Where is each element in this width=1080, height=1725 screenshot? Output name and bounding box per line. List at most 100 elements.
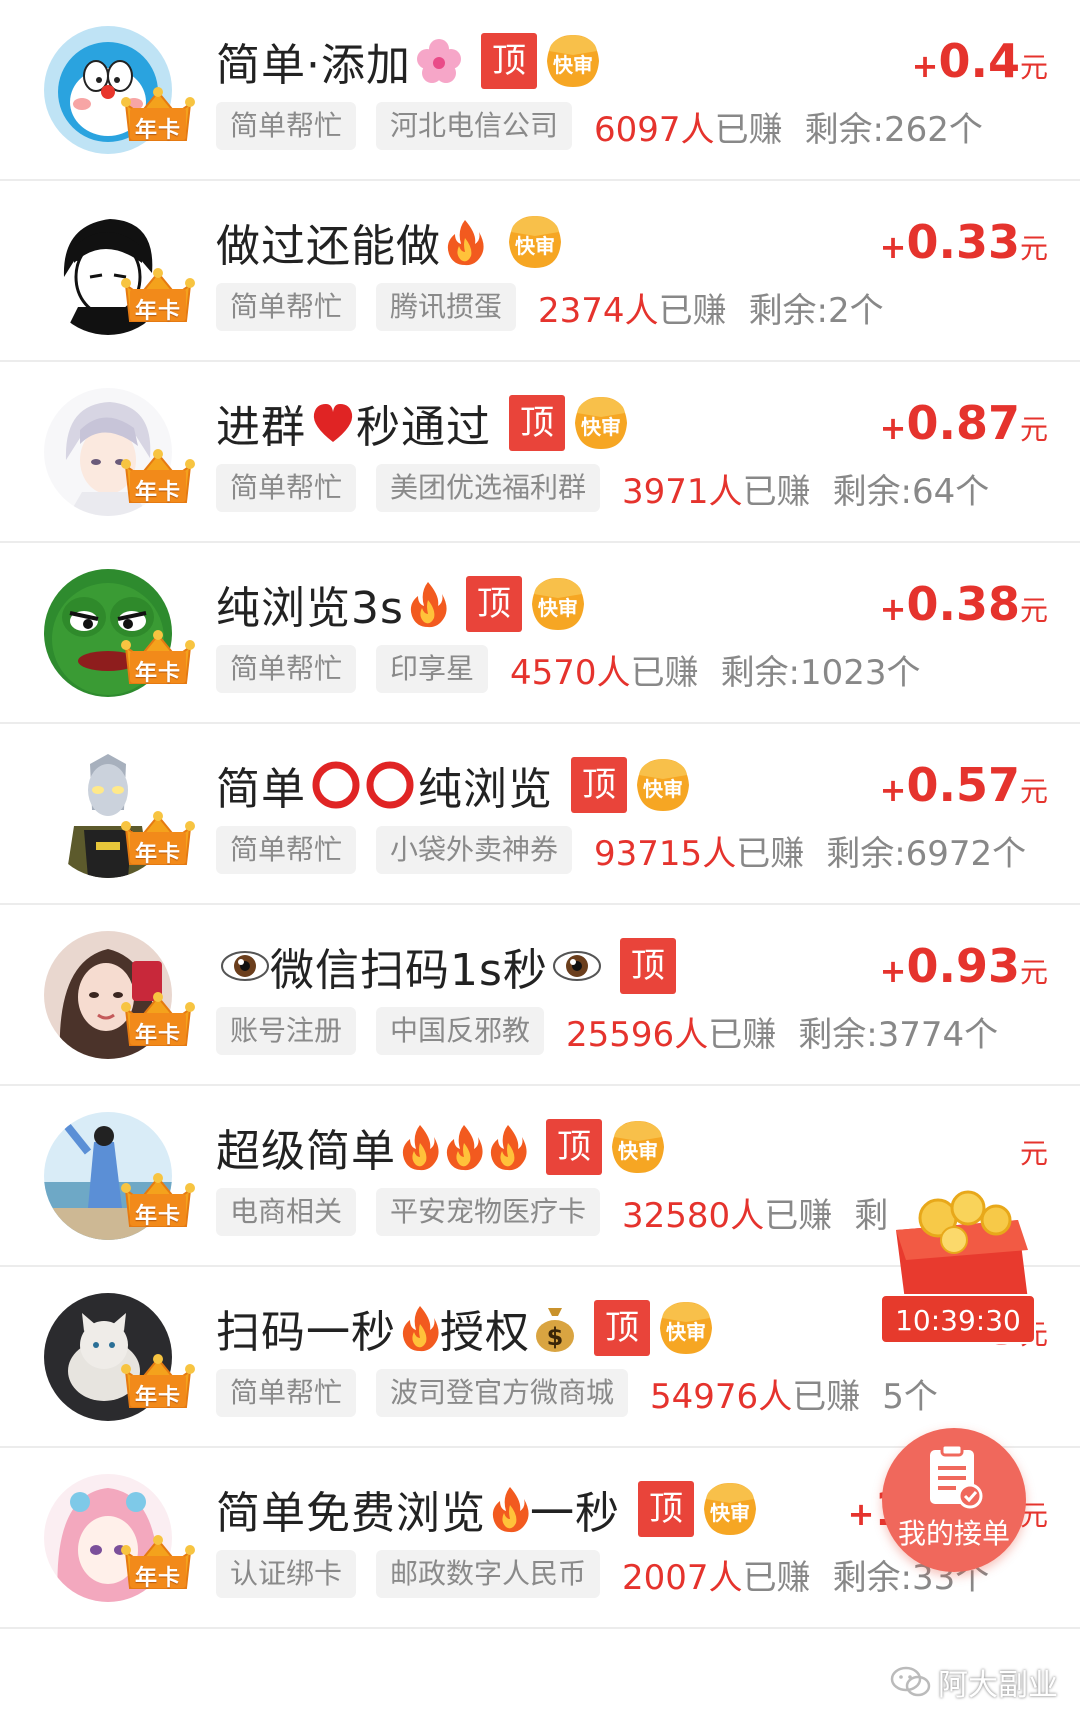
fast-review-badge: 快审 xyxy=(702,1481,758,1537)
earned-text: 已赚 xyxy=(736,833,805,874)
category-tag: 电商相关 xyxy=(216,1188,357,1236)
my-orders-button[interactable]: 我的接单 xyxy=(882,1428,1026,1572)
my-orders-label: 我的接单 xyxy=(897,1517,1010,1550)
task-row[interactable]: 年卡 简单 纯浏览顶快审 +0.57元 简单帮忙 小袋外卖神券 93715人已赚 … xyxy=(0,724,1080,905)
task-title: 简单·添加 xyxy=(216,40,411,91)
reward-plus: + xyxy=(911,47,939,85)
category-tag: 简单帮忙 xyxy=(216,1369,357,1417)
fast-review-label: 快审 xyxy=(581,415,621,439)
fire-icon xyxy=(400,1123,440,1171)
earned-text: 已赚 xyxy=(658,290,727,331)
earned-count: 2007人已赚 xyxy=(622,1550,811,1599)
fast-review-label: 快审 xyxy=(553,53,593,77)
fast-review-label: 快审 xyxy=(643,777,683,801)
task-row[interactable]: 年卡 纯浏览3s 顶快审 +0.38元 简单帮忙 印享星 4570人已赚 剩余:1… xyxy=(0,543,1080,724)
category-tag: 简单帮忙 xyxy=(216,645,357,693)
reward: +0.4元 xyxy=(912,34,1048,88)
fast-review-label: 快审 xyxy=(537,596,578,620)
top-badge: 顶 xyxy=(465,576,522,632)
earned-number: 3971人 xyxy=(622,471,743,512)
crown-label: 年卡 xyxy=(134,842,181,867)
reward-unit: 元 xyxy=(1019,51,1048,84)
title-line: 微信扫码1s秒 顶 xyxy=(216,935,676,997)
earned-text: 已赚 xyxy=(708,1014,777,1055)
category-tag: 简单帮忙 xyxy=(216,102,357,150)
task-row[interactable]: 年卡 进群 秒通过顶快审 +0.87元 简单帮忙 美团优选福利群 3971人已赚 … xyxy=(0,362,1080,543)
svg-text:$: $ xyxy=(547,1323,564,1351)
fast-review-label: 快审 xyxy=(515,234,555,258)
task-title-suffix: 一秒 xyxy=(530,1488,620,1539)
earned-count: 54976人已赚 xyxy=(650,1369,860,1418)
fire-icon xyxy=(400,1304,440,1352)
task-meta: 简单帮忙 小袋外卖神券 93715人已赚 剩余:6972个 xyxy=(216,824,1026,876)
top-badge: 顶 xyxy=(594,1300,650,1356)
merchant-tag: 腾讯掼蛋 xyxy=(376,283,517,331)
reward-plus: + xyxy=(879,409,907,447)
crown-label: 年卡 xyxy=(134,661,181,686)
fast-review-badge: 快审 xyxy=(610,1119,666,1175)
reward-amount: 0.4 xyxy=(938,34,1020,88)
earned-count: 25596人已赚 xyxy=(566,1007,776,1056)
merchant-tag: 邮政数字人民币 xyxy=(376,1550,601,1598)
task-meta: 简单帮忙 河北电信公司 6097人已赚 剩余:262个 xyxy=(216,100,983,152)
fast-review-badge: 快审 xyxy=(530,576,586,632)
top-badge: 顶 xyxy=(481,33,537,89)
task-meta: 简单帮忙 腾讯掼蛋 2374人已赚 剩余:2个 xyxy=(216,281,884,333)
fire-icon xyxy=(408,580,448,628)
crown-badge: 年卡 xyxy=(120,448,196,506)
task-title: 做过还能做 xyxy=(216,221,441,272)
task-meta: 简单帮忙 美团优选福利群 3971人已赚 剩余:64个 xyxy=(216,462,989,514)
earned-number: 4570人 xyxy=(510,652,631,693)
category-tag: 简单帮忙 xyxy=(216,464,357,512)
reward-plus: + xyxy=(879,771,907,809)
fast-review-badge: 快审 xyxy=(635,757,691,813)
task-title: 超级简单 xyxy=(216,1126,396,1177)
top-badge: 顶 xyxy=(546,1119,602,1175)
reward-plus: + xyxy=(879,590,907,628)
earned-text: 已赚 xyxy=(630,652,699,693)
red-circles-icon xyxy=(310,761,418,809)
earned-count: 32580人已赚 xyxy=(622,1188,832,1237)
task-meta: 账号注册 中国反邪教 25596人已赚 剩余:3774个 xyxy=(216,1005,998,1057)
task-list: 年卡 简单·添加顶快审 +0.4元 简单帮忙 河北电信公司 6097人已赚 剩余… xyxy=(0,0,1080,1629)
category-tag: 简单帮忙 xyxy=(216,283,357,331)
title-line: 纯浏览3s 顶快审 xyxy=(216,573,586,635)
task-title: 简单免费浏览 xyxy=(216,1488,486,1539)
task-title: 进群 xyxy=(216,402,306,453)
task-meta: 简单帮忙 波司登官方微商城 54976人已赚 5个 xyxy=(216,1367,938,1419)
task-title: 简单 xyxy=(216,764,306,815)
earned-text: 已赚 xyxy=(714,109,783,150)
crown-badge: 年卡 xyxy=(120,629,196,687)
task-row[interactable]: 年卡 做过还能做 快审 +0.33元 简单帮忙 腾讯掼蛋 2374人已赚 剩余:2… xyxy=(0,181,1080,362)
task-row[interactable]: 年卡 微信扫码1s秒 顶 +0.93元 账号注册 中国反邪教 25596人已赚 剩… xyxy=(0,905,1080,1086)
category-tag: 账号注册 xyxy=(216,1007,357,1055)
reward-unit: 元 xyxy=(1019,956,1048,989)
earned-number: 93715人 xyxy=(594,833,737,874)
fire-icon xyxy=(490,1485,530,1533)
merchant-tag: 小袋外卖神券 xyxy=(376,826,573,874)
clipboard-icon xyxy=(930,1443,983,1509)
crown-label: 年卡 xyxy=(134,118,181,143)
remaining-count: 剩余:3774个 xyxy=(798,1014,999,1055)
fire-icon xyxy=(444,1123,484,1171)
reward-amount: 0.93 xyxy=(906,939,1020,993)
merchant-tag: 波司登官方微商城 xyxy=(376,1369,629,1417)
task-title-suffix: 纯浏览 xyxy=(418,764,553,815)
reward-unit: 元 xyxy=(1019,413,1048,446)
earned-number: 6097人 xyxy=(594,109,715,150)
earned-text: 已赚 xyxy=(742,1557,811,1598)
reward-unit: 元 xyxy=(1019,594,1048,627)
crown-badge: 年卡 xyxy=(120,1534,196,1592)
reward: +0.38元 xyxy=(880,577,1048,631)
task-title-suffix: 授权 xyxy=(440,1307,530,1358)
reward-amount: 0.33 xyxy=(906,215,1020,269)
crown-badge: 年卡 xyxy=(120,810,196,868)
task-row[interactable]: 年卡 简单·添加 顶快审 +0.4元 简单帮忙 河北电信公司 6097人已赚 剩余… xyxy=(0,0,1080,181)
task-title: 扫码一秒 xyxy=(216,1307,396,1358)
title-line: 进群 秒通过顶快审 xyxy=(216,392,629,454)
watermark: 阿大副业 xyxy=(890,1660,1058,1704)
reward-plus: + xyxy=(879,228,907,266)
earned-number: 2374人 xyxy=(538,290,659,331)
merchant-tag: 印享星 xyxy=(376,645,489,693)
remaining-count: 剩余:6972个 xyxy=(826,833,1027,874)
